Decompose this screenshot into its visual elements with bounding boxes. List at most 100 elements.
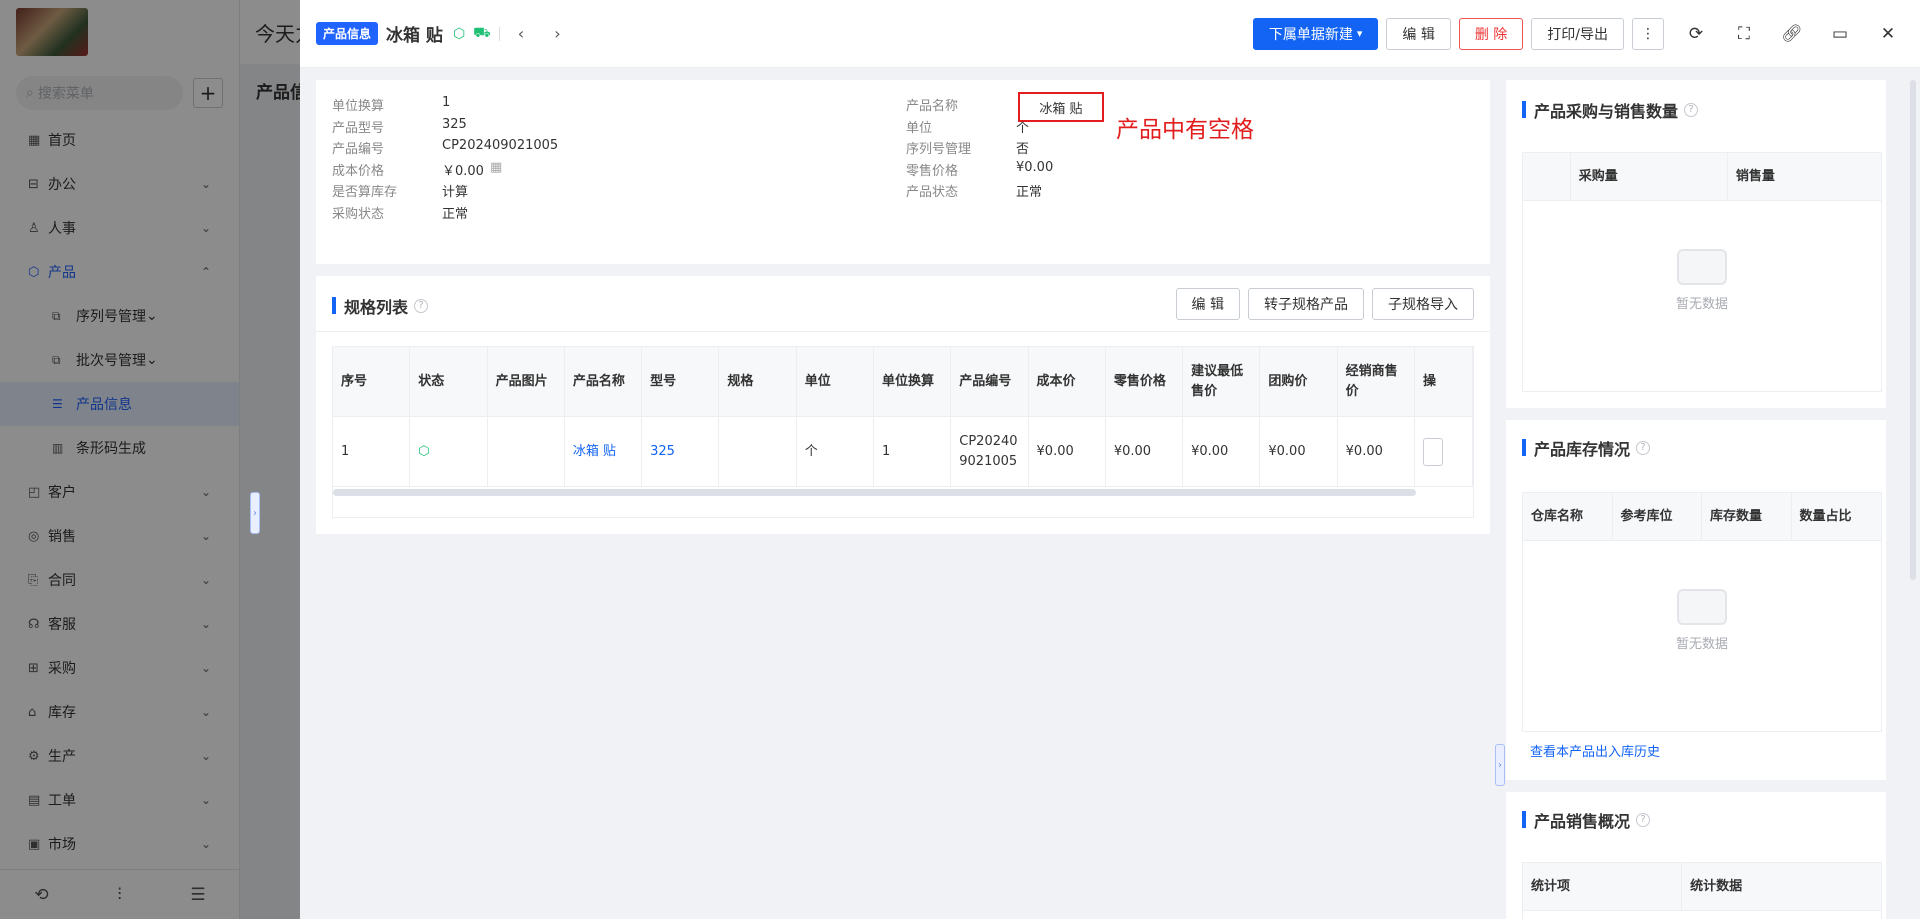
table-cell: 个 xyxy=(797,417,874,486)
info-field: 是否算库存 计算 xyxy=(332,181,468,200)
divider xyxy=(498,26,500,41)
chevron-down-icon: ▾ xyxy=(1356,27,1363,40)
table-header-cell: 单位换算 xyxy=(874,347,952,416)
help-icon[interactable]: ? xyxy=(1636,441,1651,455)
table-header-cell: 产品图片 xyxy=(488,347,565,416)
highlighted-product-name: 冰箱 贴 xyxy=(1018,92,1104,122)
horizontal-scrollbar[interactable] xyxy=(333,489,1416,496)
table-cell: 1 xyxy=(333,417,411,486)
info-field: 产品名称 xyxy=(906,95,1016,114)
purchase-sales-table: 采购量 销售量 暂无数据 xyxy=(1522,152,1882,392)
cube-status-icon: ⬡ xyxy=(418,443,430,459)
edit-button[interactable]: 编 辑 xyxy=(1386,17,1451,50)
table-header-cell: 统计项 xyxy=(1523,863,1683,910)
field-value: 否 xyxy=(1016,142,1030,157)
field-label: 产品编号 xyxy=(332,142,385,157)
info-field: 产品编号 CP202409021005 xyxy=(332,138,558,157)
table-cell[interactable]: 325 xyxy=(642,417,720,486)
table-row[interactable]: 1 ⬡ 冰箱 贴 325 个 1 CP202409021005 ¥0.00 ¥0.00 ¥0.00… xyxy=(333,417,1473,487)
help-icon[interactable]: ? xyxy=(1636,813,1651,827)
table-header-cell: 统计数据 xyxy=(1690,878,1743,894)
spec-table-header: 序号 状态 产品图片 产品名称 型号 规格 单位 单位换算 产品编号 成本价 零售价格 建议最低售价团… xyxy=(333,347,1473,417)
field-value: 正常 xyxy=(1016,185,1043,200)
info-field: 单位换算 1 xyxy=(332,95,450,114)
spec-edit-button[interactable]: 编 辑 xyxy=(1175,288,1240,320)
field-label: 序列号管理 xyxy=(906,142,972,157)
dock-icon[interactable]: ▭ xyxy=(1824,18,1856,50)
field-value: CP202409021005 xyxy=(442,138,559,153)
new-sub-document-button[interactable]: 下属单据新建 ▾ xyxy=(1252,17,1379,50)
purchase-sales-card: 产品采购与销售数量? 采购量 销售量 暂无数据 xyxy=(1506,80,1886,408)
delete-button[interactable]: 删 除 xyxy=(1458,17,1524,50)
table-cell: ⬡ xyxy=(410,417,488,486)
table-cell: ¥0.00 xyxy=(1260,417,1338,486)
table-cell: 1 xyxy=(874,417,952,486)
table-header-cell: 采购量 xyxy=(1571,153,1728,200)
field-label: 零售价格 xyxy=(906,163,959,179)
sales-overview-title-text: 产品销售概况 xyxy=(1534,812,1631,831)
print-export-label: 打印/导出 xyxy=(1547,26,1608,43)
field-label: 是否算库存 xyxy=(332,185,398,200)
info-field: 产品型号 325 xyxy=(332,117,467,136)
collapse-sidebar-handle[interactable]: › xyxy=(250,492,260,534)
empty-text: 暂无数据 xyxy=(1675,297,1728,312)
table-cell: ¥0.00 xyxy=(1106,417,1184,486)
sales-overview-title: 产品销售概况? xyxy=(1522,808,1651,832)
field-value: 计算 xyxy=(442,185,469,200)
vertical-scrollbar[interactable] xyxy=(1910,80,1916,580)
action-button[interactable] xyxy=(1422,437,1443,466)
purchase-sales-title: 产品采购与销售数量? xyxy=(1522,98,1699,122)
table-header-cell: 操 xyxy=(1415,347,1473,416)
field-label: 产品状态 xyxy=(906,185,959,200)
stock-title: 产品库存情况? xyxy=(1522,436,1651,460)
table-header-cell: 成本价 xyxy=(1029,347,1106,416)
table-header-cell: 型号 xyxy=(642,347,720,416)
sales-overview-card: 产品销售概况? 统计项 统计数据 xyxy=(1506,792,1886,919)
table-header-cell: 数量占比 xyxy=(1799,508,1852,524)
field-label: 产品名称 xyxy=(906,99,959,114)
product-detail-drawer: 产品信息 冰箱 贴 ⬡ ⛟ ‹ › 下属单据新建 ▾ 编 辑 删 除 打印/导出 … xyxy=(300,0,1920,919)
table-header-cell: 销售量 xyxy=(1735,168,1775,184)
spec-table: 序号 状态 产品图片 产品名称 型号 规格 单位 单位换算 产品编号 成本价 零售价格 建议最低售价团… xyxy=(332,346,1474,518)
table-cell[interactable]: 冰箱 贴 xyxy=(565,417,643,486)
table-header-cell: 序号 xyxy=(333,347,411,416)
empty-text: 暂无数据 xyxy=(1675,637,1728,652)
prev-record-icon[interactable]: ‹ xyxy=(518,24,524,43)
spec-list-card: 规格列表? 编 辑 转子规格产品 子规格导入 序号 状态 产品图片 产品名称 型号 规格单… xyxy=(316,276,1490,534)
help-icon[interactable]: ? xyxy=(414,299,429,313)
annotation-text: 产品中有空格 xyxy=(1116,117,1254,143)
help-icon[interactable]: ? xyxy=(1684,103,1699,117)
convert-sub-spec-button[interactable]: 转子规格产品 xyxy=(1248,288,1364,320)
field-value: 325 xyxy=(442,116,467,132)
refresh-icon[interactable]: ⟳ xyxy=(1680,18,1712,50)
cube-icon: ⬡ xyxy=(452,25,466,42)
more-button[interactable]: ⋮ xyxy=(1632,17,1664,50)
table-header-cell: 产品编号 xyxy=(951,347,1029,416)
table-header-cell: 建议最低售价 xyxy=(1183,347,1261,416)
table-header-cell: 状态 xyxy=(410,347,488,416)
product-info-card: 单位换算 1 产品型号 325 产品编号 CP202409021005 成本价格 ￥0.00 … xyxy=(316,80,1490,264)
field-value: 正常 xyxy=(442,206,469,222)
close-icon[interactable]: ✕ xyxy=(1872,18,1904,50)
edit-button-label: 编 辑 xyxy=(1402,26,1435,43)
table-header-blank xyxy=(1523,153,1571,200)
field-value: ¥0.00 xyxy=(1016,159,1054,175)
stock-title-text: 产品库存情况 xyxy=(1534,440,1631,459)
spec-list-title: 规格列表? xyxy=(332,294,429,318)
info-field: 序列号管理 否 xyxy=(906,138,1029,157)
calculator-icon[interactable]: ▦ xyxy=(490,160,502,179)
info-field: 产品状态 正常 xyxy=(906,181,1042,200)
table-header-cell: 参考库位 xyxy=(1613,493,1702,540)
next-record-icon[interactable]: › xyxy=(554,24,560,43)
import-sub-spec-button[interactable]: 子规格导入 xyxy=(1372,288,1474,320)
field-label: 单位 xyxy=(906,120,933,136)
highlighted-product-name-value: 冰箱 贴 xyxy=(1039,101,1083,117)
link-icon[interactable]: 🔗︎ xyxy=(1776,18,1808,50)
print-export-button[interactable]: 打印/导出 xyxy=(1531,17,1624,50)
table-header-cell: 产品名称 xyxy=(565,347,643,416)
fullscreen-icon[interactable]: ⛶ xyxy=(1728,18,1760,50)
product-info-tag: 产品信息 xyxy=(316,22,379,45)
collapse-right-panel-handle[interactable]: › xyxy=(1495,744,1505,786)
stock-history-link[interactable]: 查看本产品出入库历史 xyxy=(1530,741,1660,760)
divider xyxy=(316,331,1490,332)
